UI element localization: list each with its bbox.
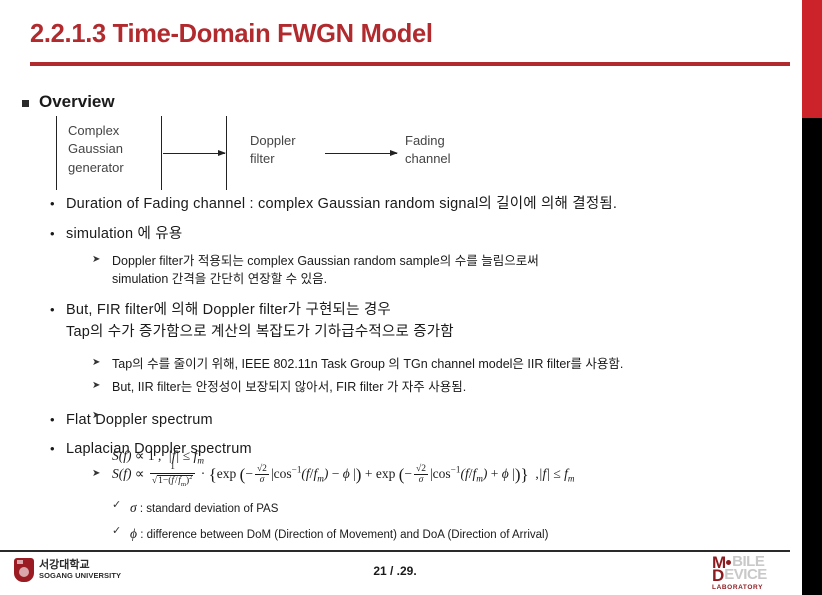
diagram-vertical-line-3 <box>226 116 227 190</box>
bullet-duration-of-fading-channel: Duration of Fading channel : complex Gau… <box>0 194 790 216</box>
edge-accent-bar-red <box>802 0 822 118</box>
bullet-list-laplacian: Laplacian Doppler spectrum <box>0 439 790 463</box>
logo-line-device: D EVICE <box>712 566 782 586</box>
subbullet-tgn-channel-model-iir: Tap의 수를 줄이기 위해, IEEE 802.11n Task Group … <box>0 355 790 373</box>
diagram-arrow-1 <box>163 149 226 156</box>
logo-dot-icon <box>726 560 732 565</box>
formula-laplacian-row: S(f) ∝ 1 1−(f / fm)2 · {exp (−√2σ|cos−1(… <box>0 462 790 488</box>
diagram-block-complex-gaussian-generator: Complex Gaussian generator <box>68 123 124 175</box>
formula-notes: σ σ : standard deviation of PAS : standa… <box>0 498 790 543</box>
note-sigma-label: : standard deviation of PAS <box>139 503 279 515</box>
title-underline-rule <box>30 62 790 66</box>
bullet-fir-filter-case: But, FIR filter에 의해 Doppler filter가 구현되는… <box>0 300 790 344</box>
diagram-arrow-2 <box>325 149 398 156</box>
square-bullet-icon <box>22 100 29 107</box>
section-heading-label: Overview <box>39 92 115 111</box>
page-number: 21 / .29. <box>373 564 417 578</box>
subbullet-doppler-filter-samples: Doppler filter가 적용되는 complex Gaussian ra… <box>0 252 790 288</box>
diagram-vertical-line-2 <box>161 116 162 190</box>
formula-laplacian-wrapper: S(f) ∝ 1 1−(f / fm)2 · {exp (−√2σ|cos−1(… <box>0 462 790 488</box>
note-phi: ϕ ϕ : difference between DoM (Direction … <box>0 524 790 544</box>
edge-accent-bar-black <box>802 118 822 595</box>
logo-text-laboratory: LABORATORY <box>712 584 764 592</box>
diagram-block-doppler-filter: Doppler filter <box>250 133 296 167</box>
formula-laplacian-math: S(f) ∝ 1 1−(f / fm)2 · {exp (−√2σ|cos−1(… <box>112 462 575 488</box>
logo-text-evice: EVICE <box>724 566 767 584</box>
block-diagram: Complex Gaussian generator Doppler filte… <box>0 112 560 194</box>
bullet-laplacian-doppler-spectrum: Laplacian Doppler spectrum <box>0 439 790 461</box>
subbullet-iir-stability: But, IIR filter는 안정성이 보장되지 않아서, FIR filt… <box>0 378 790 396</box>
note-phi-symbol: ϕ <box>130 525 137 541</box>
note-sigma: σ σ : standard deviation of PAS : standa… <box>0 498 790 518</box>
formula-fraction: 1 1−(f / fm)2 <box>149 462 196 488</box>
bullet-list: Duration of Fading channel : complex Gau… <box>0 194 790 433</box>
page-title: 2.2.1.3 Time-Domain FWGN Model <box>30 18 433 48</box>
note-phi-label: : difference between DoM (Direction of M… <box>140 528 549 541</box>
note-sigma-symbol: σ <box>130 500 137 515</box>
logo-letter-d: D <box>712 566 725 586</box>
slide-footer: 서강대학교 SOGANG UNIVERSITY 21 / .29. M BILE… <box>0 552 790 595</box>
slide-canvas: 2.2.1.3 Time-Domain FWGN Model Overview … <box>0 0 822 595</box>
section-heading-overview: Overview <box>22 92 115 112</box>
diagram-block-fading-channel: Fading channel <box>405 133 451 167</box>
bullet-simulation-useful: simulation 에 유용 <box>0 224 790 246</box>
diagram-vertical-line-1 <box>56 116 57 190</box>
mobile-device-laboratory-logo: M BILE D EVICE LABORATORY <box>712 554 782 592</box>
